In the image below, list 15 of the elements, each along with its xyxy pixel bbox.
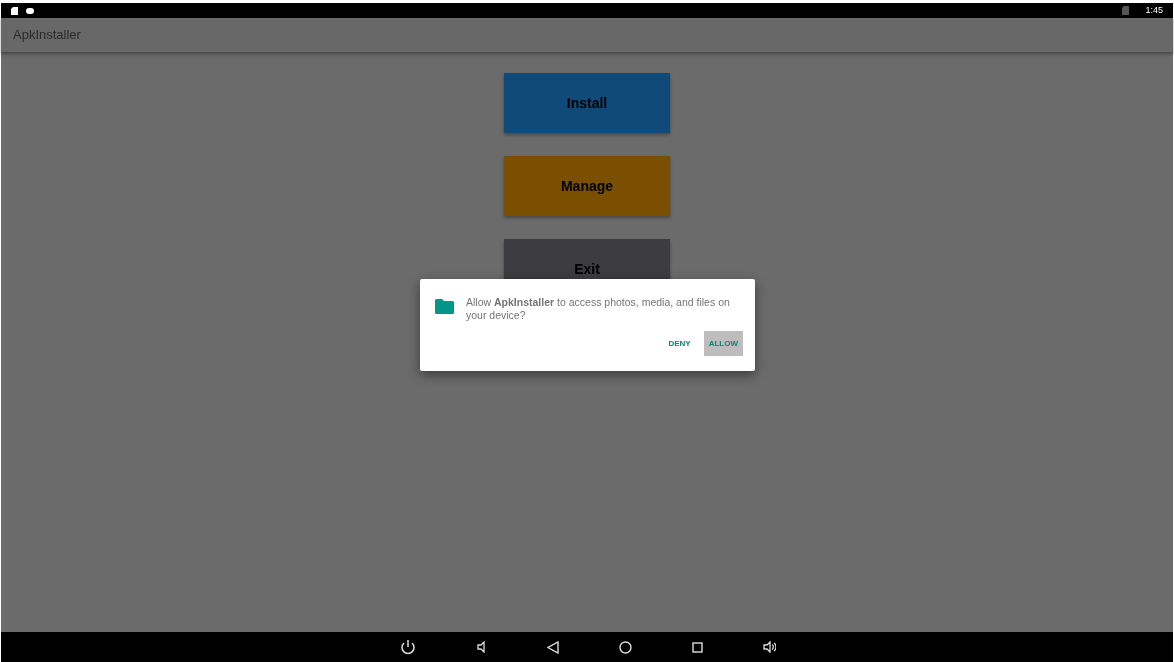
back-icon[interactable]	[546, 640, 559, 654]
folder-icon	[435, 299, 454, 314]
dialog-action-button[interactable]: DENY	[663, 331, 696, 356]
recents-icon[interactable]	[691, 641, 703, 653]
menu-button[interactable]: Install	[504, 73, 670, 133]
power-icon[interactable]	[398, 638, 417, 656]
app-title: ApkInstaller	[13, 26, 81, 45]
permission-message: Allow ApkInstaller to access photos, media, and files on your device?	[466, 296, 731, 322]
menu-button[interactable]: Manage	[504, 156, 670, 216]
volume-up-icon[interactable]	[762, 641, 776, 653]
clock-time: 1:45	[1145, 3, 1163, 17]
dialog-action-button[interactable]: ALLOW	[703, 331, 743, 356]
volume-down-icon[interactable]	[476, 641, 487, 653]
sd-card-icon	[11, 6, 18, 15]
home-icon[interactable]	[618, 640, 632, 654]
